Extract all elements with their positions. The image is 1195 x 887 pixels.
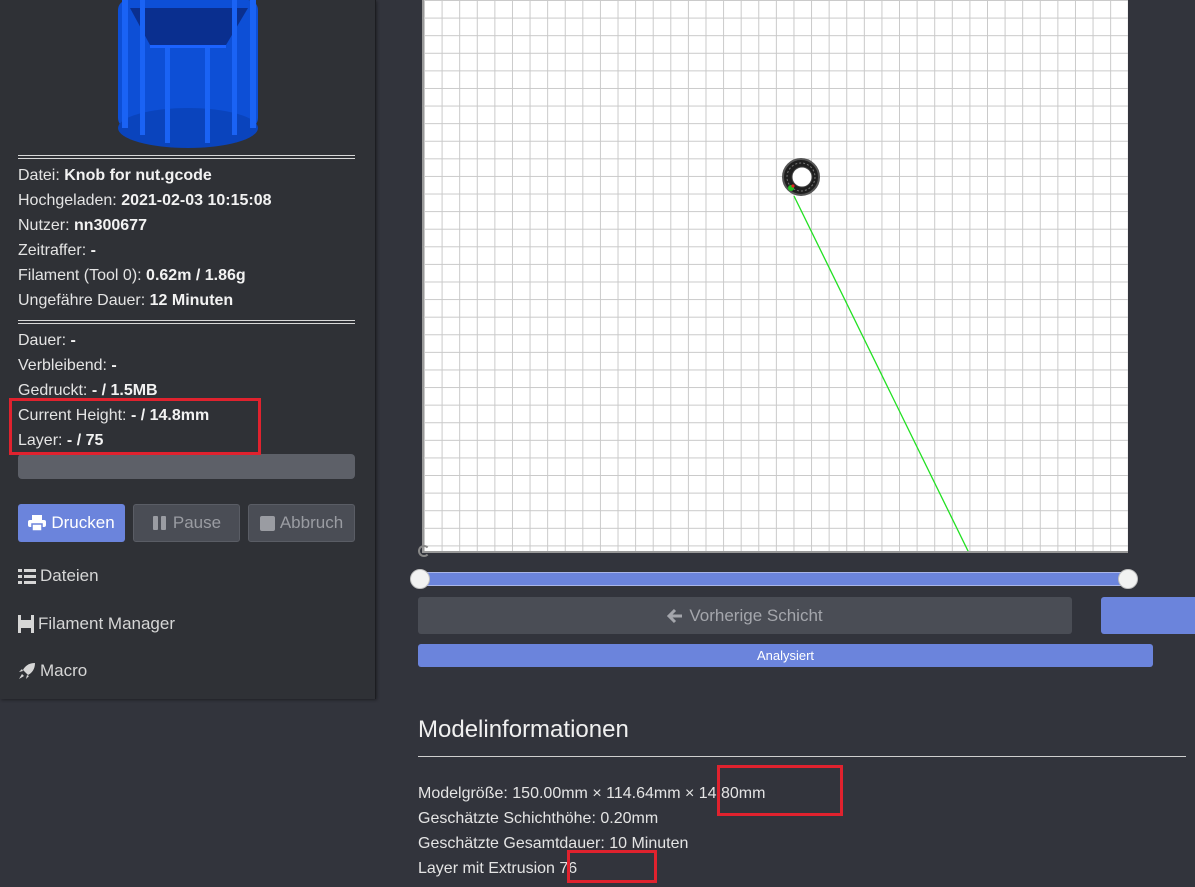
- highlight-box: [567, 850, 657, 883]
- divider: [18, 155, 355, 159]
- nav-filament-label: Filament Manager: [38, 614, 176, 633]
- total-duration-line: Geschätzte Gesamtdauer: 10 Minuten: [418, 835, 689, 852]
- user-line: Nutzer: nn300677: [18, 217, 147, 234]
- origin-icon: [418, 545, 430, 557]
- analysis-status-bar: Analysiert: [418, 644, 1153, 667]
- nav-files-label: Dateien: [40, 566, 99, 585]
- rocket-icon: [19, 663, 35, 679]
- filament-icon: [18, 615, 34, 633]
- nav-macro-label: Macro: [40, 661, 88, 680]
- nav-files[interactable]: Dateien: [18, 566, 99, 586]
- remaining-line: Verbleibend: -: [18, 357, 117, 374]
- duration-line: Dauer: -: [18, 332, 76, 349]
- abort-button[interactable]: Abbruch: [248, 504, 355, 542]
- model-info-title: Modelinformationen: [418, 716, 629, 743]
- pause-button[interactable]: Pause: [133, 504, 240, 542]
- current-height-line: Current Height: - / 14.8mm: [18, 407, 210, 424]
- previous-layer-button[interactable]: Vorherige Schicht: [418, 597, 1072, 634]
- model-size-line: Modelgröße: 150.00mm × 114.64mm × 14.80m…: [418, 785, 766, 802]
- layer-slider-track[interactable]: [420, 572, 1128, 586]
- nav-filament-manager[interactable]: Filament Manager: [18, 614, 175, 634]
- layer-height-line: Geschätzte Schichthöhe: 0.20mm: [418, 810, 659, 827]
- nav-macro[interactable]: Macro: [18, 661, 87, 681]
- filament-line: Filament (Tool 0): 0.62m / 1.86g: [18, 267, 246, 284]
- pause-button-label: Pause: [172, 513, 222, 532]
- divider: [418, 756, 1186, 757]
- layer-line: Layer: - / 75: [18, 432, 104, 449]
- previous-layer-label: Vorherige Schicht: [689, 605, 823, 625]
- uploaded-line: Hochgeladen: 2021-02-03 10:15:08: [18, 192, 272, 209]
- layer-slider-min-handle[interactable]: [410, 569, 430, 589]
- extrusion-layers-line: Layer mit Extrusion 76: [418, 860, 578, 877]
- list-icon: [18, 568, 36, 584]
- print-button[interactable]: Drucken: [18, 504, 125, 542]
- file-name-line: Datei: Knob for nut.gcode: [18, 167, 212, 184]
- layer-render: [782, 158, 969, 551]
- layer-slider-max-handle[interactable]: [1118, 569, 1138, 589]
- abort-button-label: Abbruch: [279, 513, 344, 532]
- sidebar: Datei: Knob for nut.gcode Hochgeladen: 2…: [0, 0, 376, 699]
- printer-icon: [28, 515, 47, 531]
- model-thumbnail: [118, 0, 258, 148]
- next-layer-button[interactable]: [1101, 597, 1195, 634]
- print-button-label: Drucken: [51, 513, 115, 532]
- divider: [18, 320, 355, 324]
- stop-icon: [259, 515, 275, 531]
- printed-line: Gedruckt: - / 1.5MB: [18, 382, 158, 399]
- print-progress-bar: [18, 454, 355, 479]
- gcode-viewer-canvas[interactable]: [422, 0, 1128, 553]
- analysis-status-label: Analysiert: [756, 648, 815, 663]
- pause-icon: [152, 516, 166, 530]
- est-duration-line: Ungefähre Dauer: 12 Minuten: [18, 292, 234, 309]
- timelapse-line: Zeitraffer: -: [18, 242, 96, 259]
- arrow-left-icon: [667, 608, 683, 623]
